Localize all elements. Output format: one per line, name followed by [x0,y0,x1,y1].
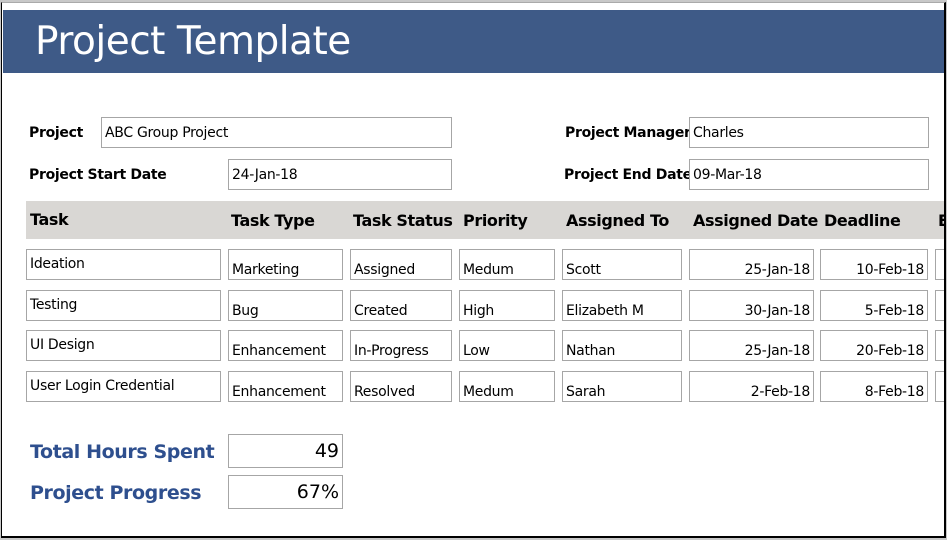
deadline-cell[interactable]: 8-Feb-18 [820,371,928,402]
assigned-date-cell[interactable]: 2-Feb-18 [689,371,814,402]
task-cell[interactable]: Testing [26,290,221,321]
deadline-cell[interactable]: 20-Feb-18 [820,330,928,361]
project-label: Project [29,125,83,141]
column-header-assigned-to: Assigned To [566,211,670,230]
assigned-date-cell[interactable]: 25-Jan-18 [689,249,814,280]
project-field[interactable]: ABC Group Project [101,117,452,148]
manager-field[interactable]: Charles [689,117,929,148]
deadline-cell[interactable]: 5-Feb-18 [820,290,928,321]
truncated-cell[interactable] [935,290,944,321]
task-cell[interactable]: User Login Credential [26,371,221,402]
assigned-date-cell[interactable]: 30-Jan-18 [689,290,814,321]
task-status-cell[interactable]: In-Progress [350,330,452,361]
spreadsheet: Project Template Project ABC Group Proje… [1,2,946,538]
start-date-field[interactable]: 24-Jan-18 [228,159,452,190]
task-cell[interactable]: Ideation [26,249,221,280]
assigned-to-cell[interactable]: Scott [562,249,682,280]
task-type-cell[interactable]: Enhancement [228,330,343,361]
task-status-cell[interactable]: Assigned [350,249,452,280]
task-type-cell[interactable]: Enhancement [228,371,343,402]
column-header-task-status: Task Status [353,211,453,230]
assigned-to-cell[interactable]: Elizabeth M [562,290,682,321]
task-status-cell[interactable]: Created [350,290,452,321]
truncated-cell[interactable] [935,249,944,280]
page-title: Project Template [35,19,351,64]
column-header-task-type: Task Type [231,211,315,230]
priority-cell[interactable]: Low [459,330,555,361]
deadline-cell[interactable]: 10-Feb-18 [820,249,928,280]
start-date-label: Project Start Date [29,167,167,183]
column-header-priority: Priority [463,211,528,230]
priority-cell[interactable]: Medum [459,249,555,280]
truncated-cell[interactable] [935,330,944,361]
column-header-deadline: Deadline [824,211,901,230]
project-progress-value[interactable]: 67% [228,475,343,509]
column-header-assigned-date: Assigned Date [693,211,819,230]
end-date-field[interactable]: 09-Mar-18 [689,159,929,190]
column-header-truncated: E [938,211,944,230]
project-progress-label: Project Progress [30,482,202,504]
priority-cell[interactable]: Medum [459,371,555,402]
total-hours-value[interactable]: 49 [228,434,343,468]
manager-label: Project Manager [565,125,691,141]
assigned-to-cell[interactable]: Sarah [562,371,682,402]
truncated-cell[interactable] [935,371,944,402]
task-type-cell[interactable]: Marketing [228,249,343,280]
task-type-cell[interactable]: Bug [228,290,343,321]
assigned-date-cell[interactable]: 25-Jan-18 [689,330,814,361]
assigned-to-cell[interactable]: Nathan [562,330,682,361]
task-status-cell[interactable]: Resolved [350,371,452,402]
task-cell[interactable]: UI Design [26,330,221,361]
priority-cell[interactable]: High [459,290,555,321]
title-banner: Project Template [3,10,944,73]
end-date-label: Project End Date [564,167,692,183]
total-hours-label: Total Hours Spent [30,441,215,463]
column-header-task: Task [30,210,69,229]
